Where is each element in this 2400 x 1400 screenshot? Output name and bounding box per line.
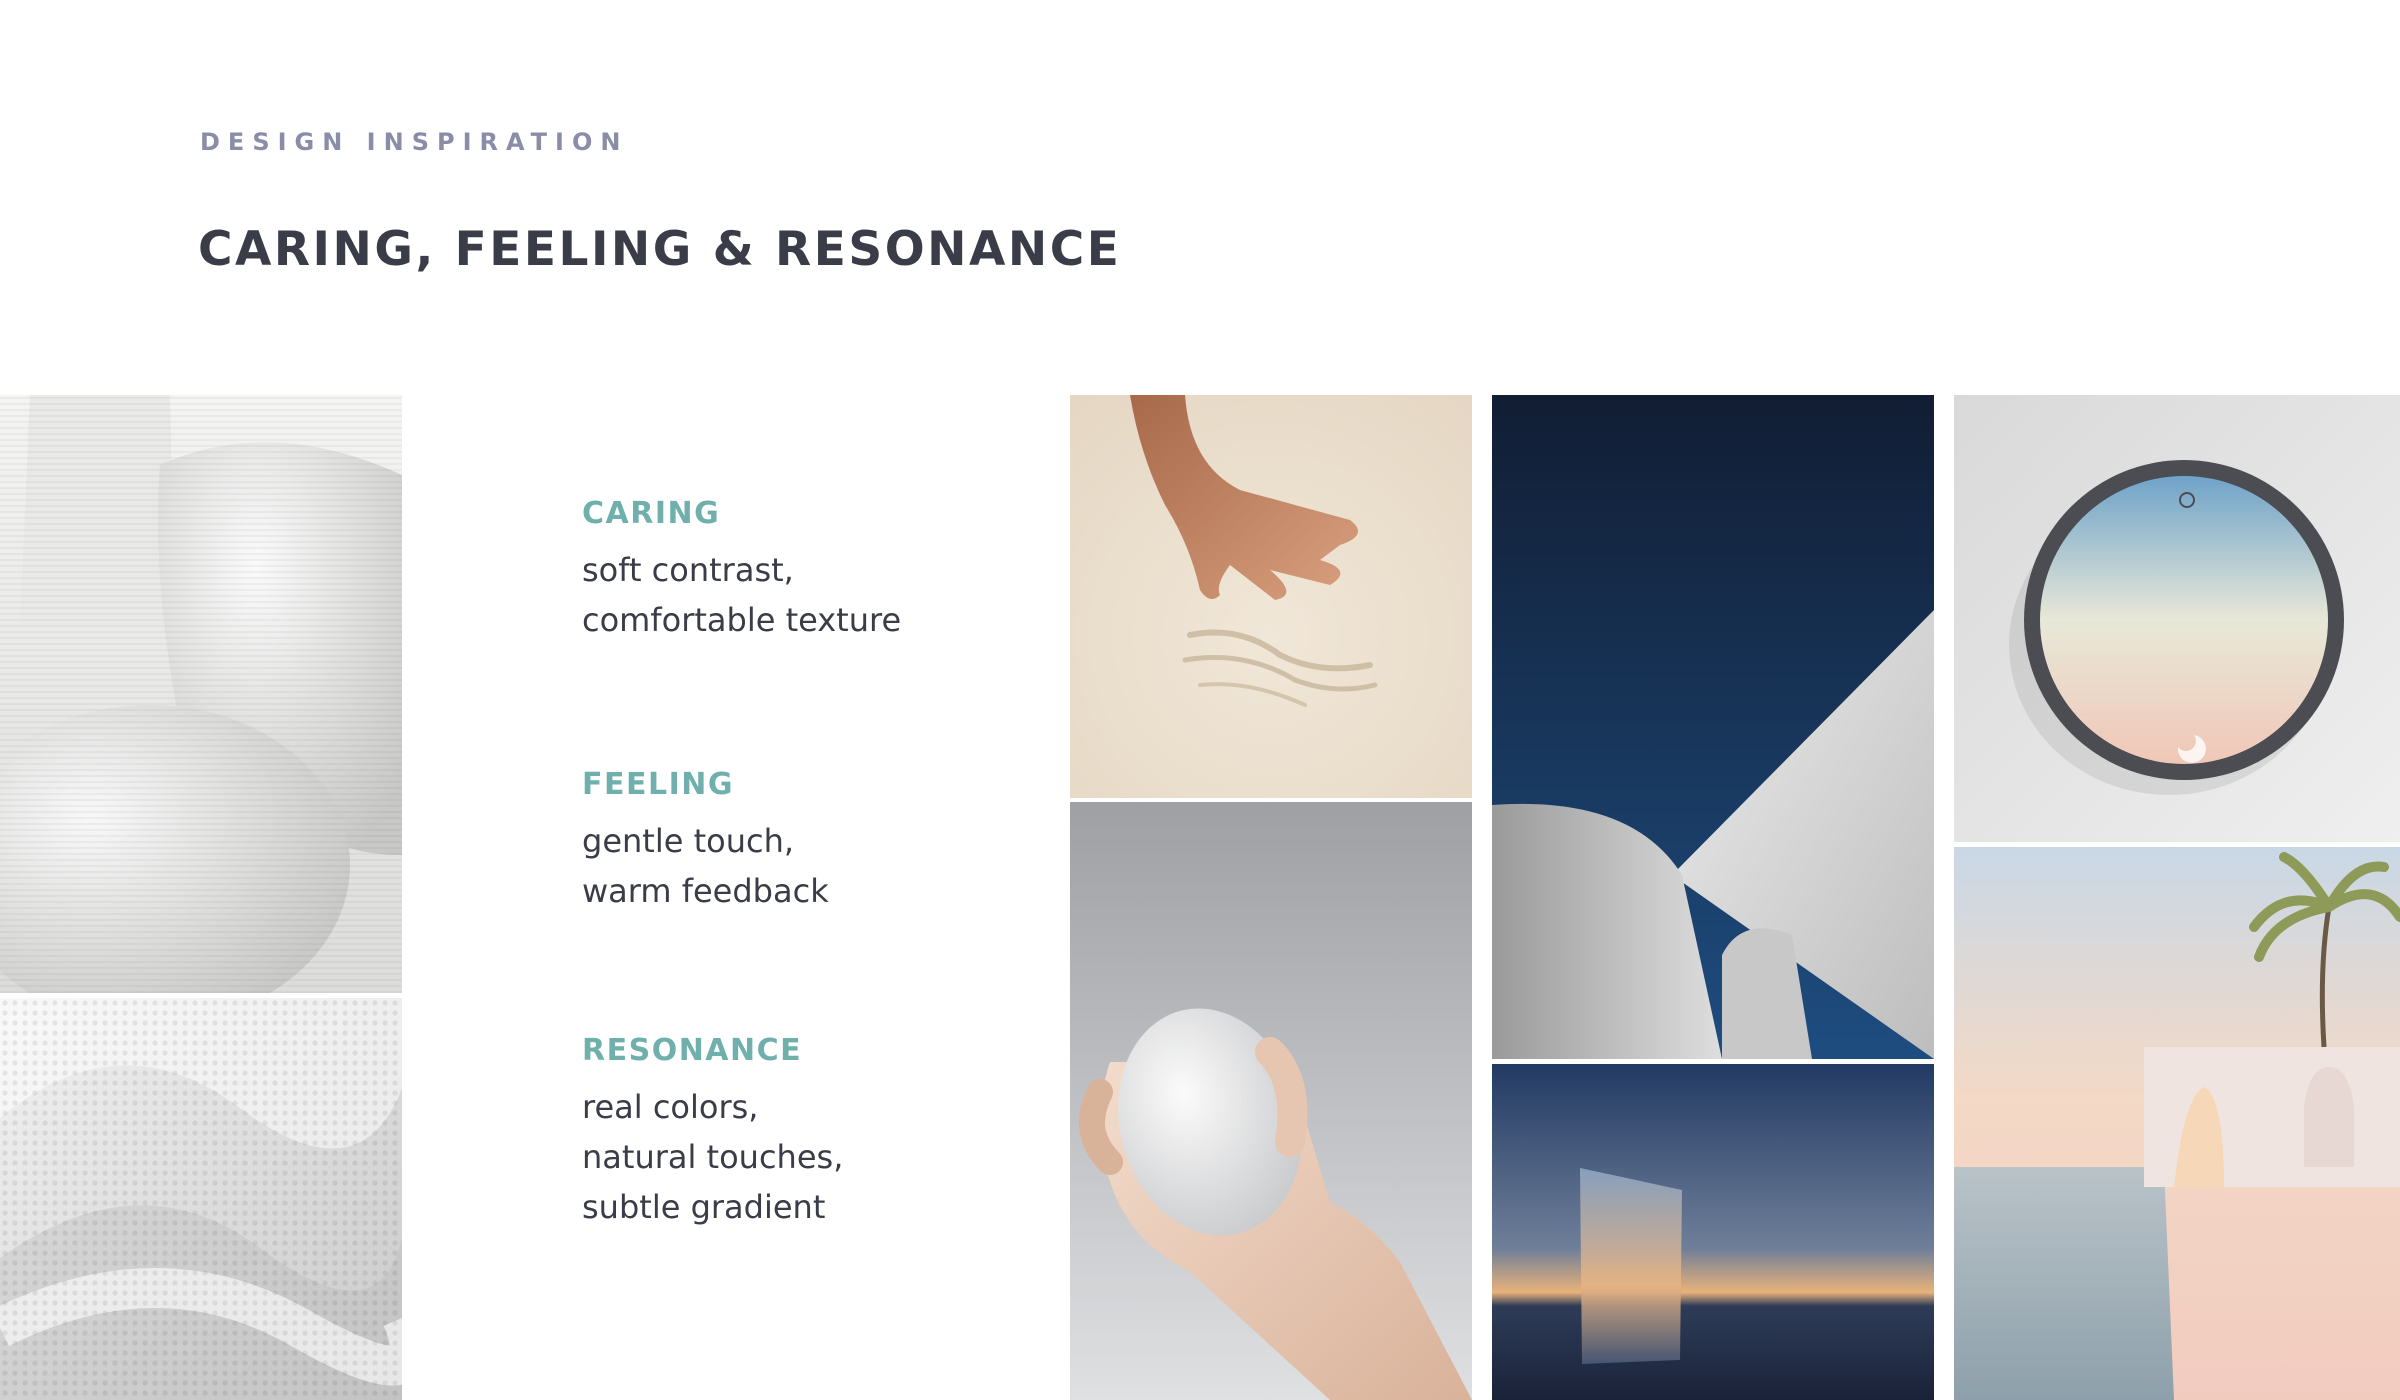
- concept-heading: FEELING: [582, 767, 734, 802]
- concept-heading: CARING: [582, 496, 721, 531]
- concept-line: gentle touch,: [582, 822, 795, 860]
- concept-resonance: RESONANCE real colors, natural touches, …: [582, 1033, 843, 1232]
- concept-line: soft contrast,: [582, 551, 794, 589]
- concept-line: real colors,: [582, 1088, 759, 1126]
- hand-on-sand-photo: [1070, 395, 1472, 798]
- white-curved-architecture-photo: [1492, 395, 1934, 1059]
- concept-caring: CARING soft contrast, comfortable textur…: [582, 496, 901, 645]
- concept-line: natural touches,: [582, 1138, 844, 1176]
- concept-line: warm feedback: [582, 872, 829, 910]
- mirror-sunset-sea-photo: [1492, 1064, 1934, 1400]
- hand-holding-pebble-photo: [1070, 802, 1472, 1400]
- white-knit-texture-photo: [0, 998, 402, 1400]
- page-title: CARING, FEELING & RESONANCE: [198, 222, 1122, 277]
- white-ribbed-vessels-photo: [0, 395, 402, 993]
- concept-line: comfortable texture: [582, 601, 902, 639]
- pastel-pool-palm-photo: [1954, 847, 2400, 1400]
- concept-line: subtle gradient: [582, 1188, 826, 1226]
- concept-feeling: FEELING gentle touch, warm feedback: [582, 767, 829, 916]
- concept-heading: RESONANCE: [582, 1033, 803, 1068]
- round-gradient-device-photo: [1954, 395, 2400, 842]
- eyebrow-label: DESIGN INSPIRATION: [200, 128, 629, 156]
